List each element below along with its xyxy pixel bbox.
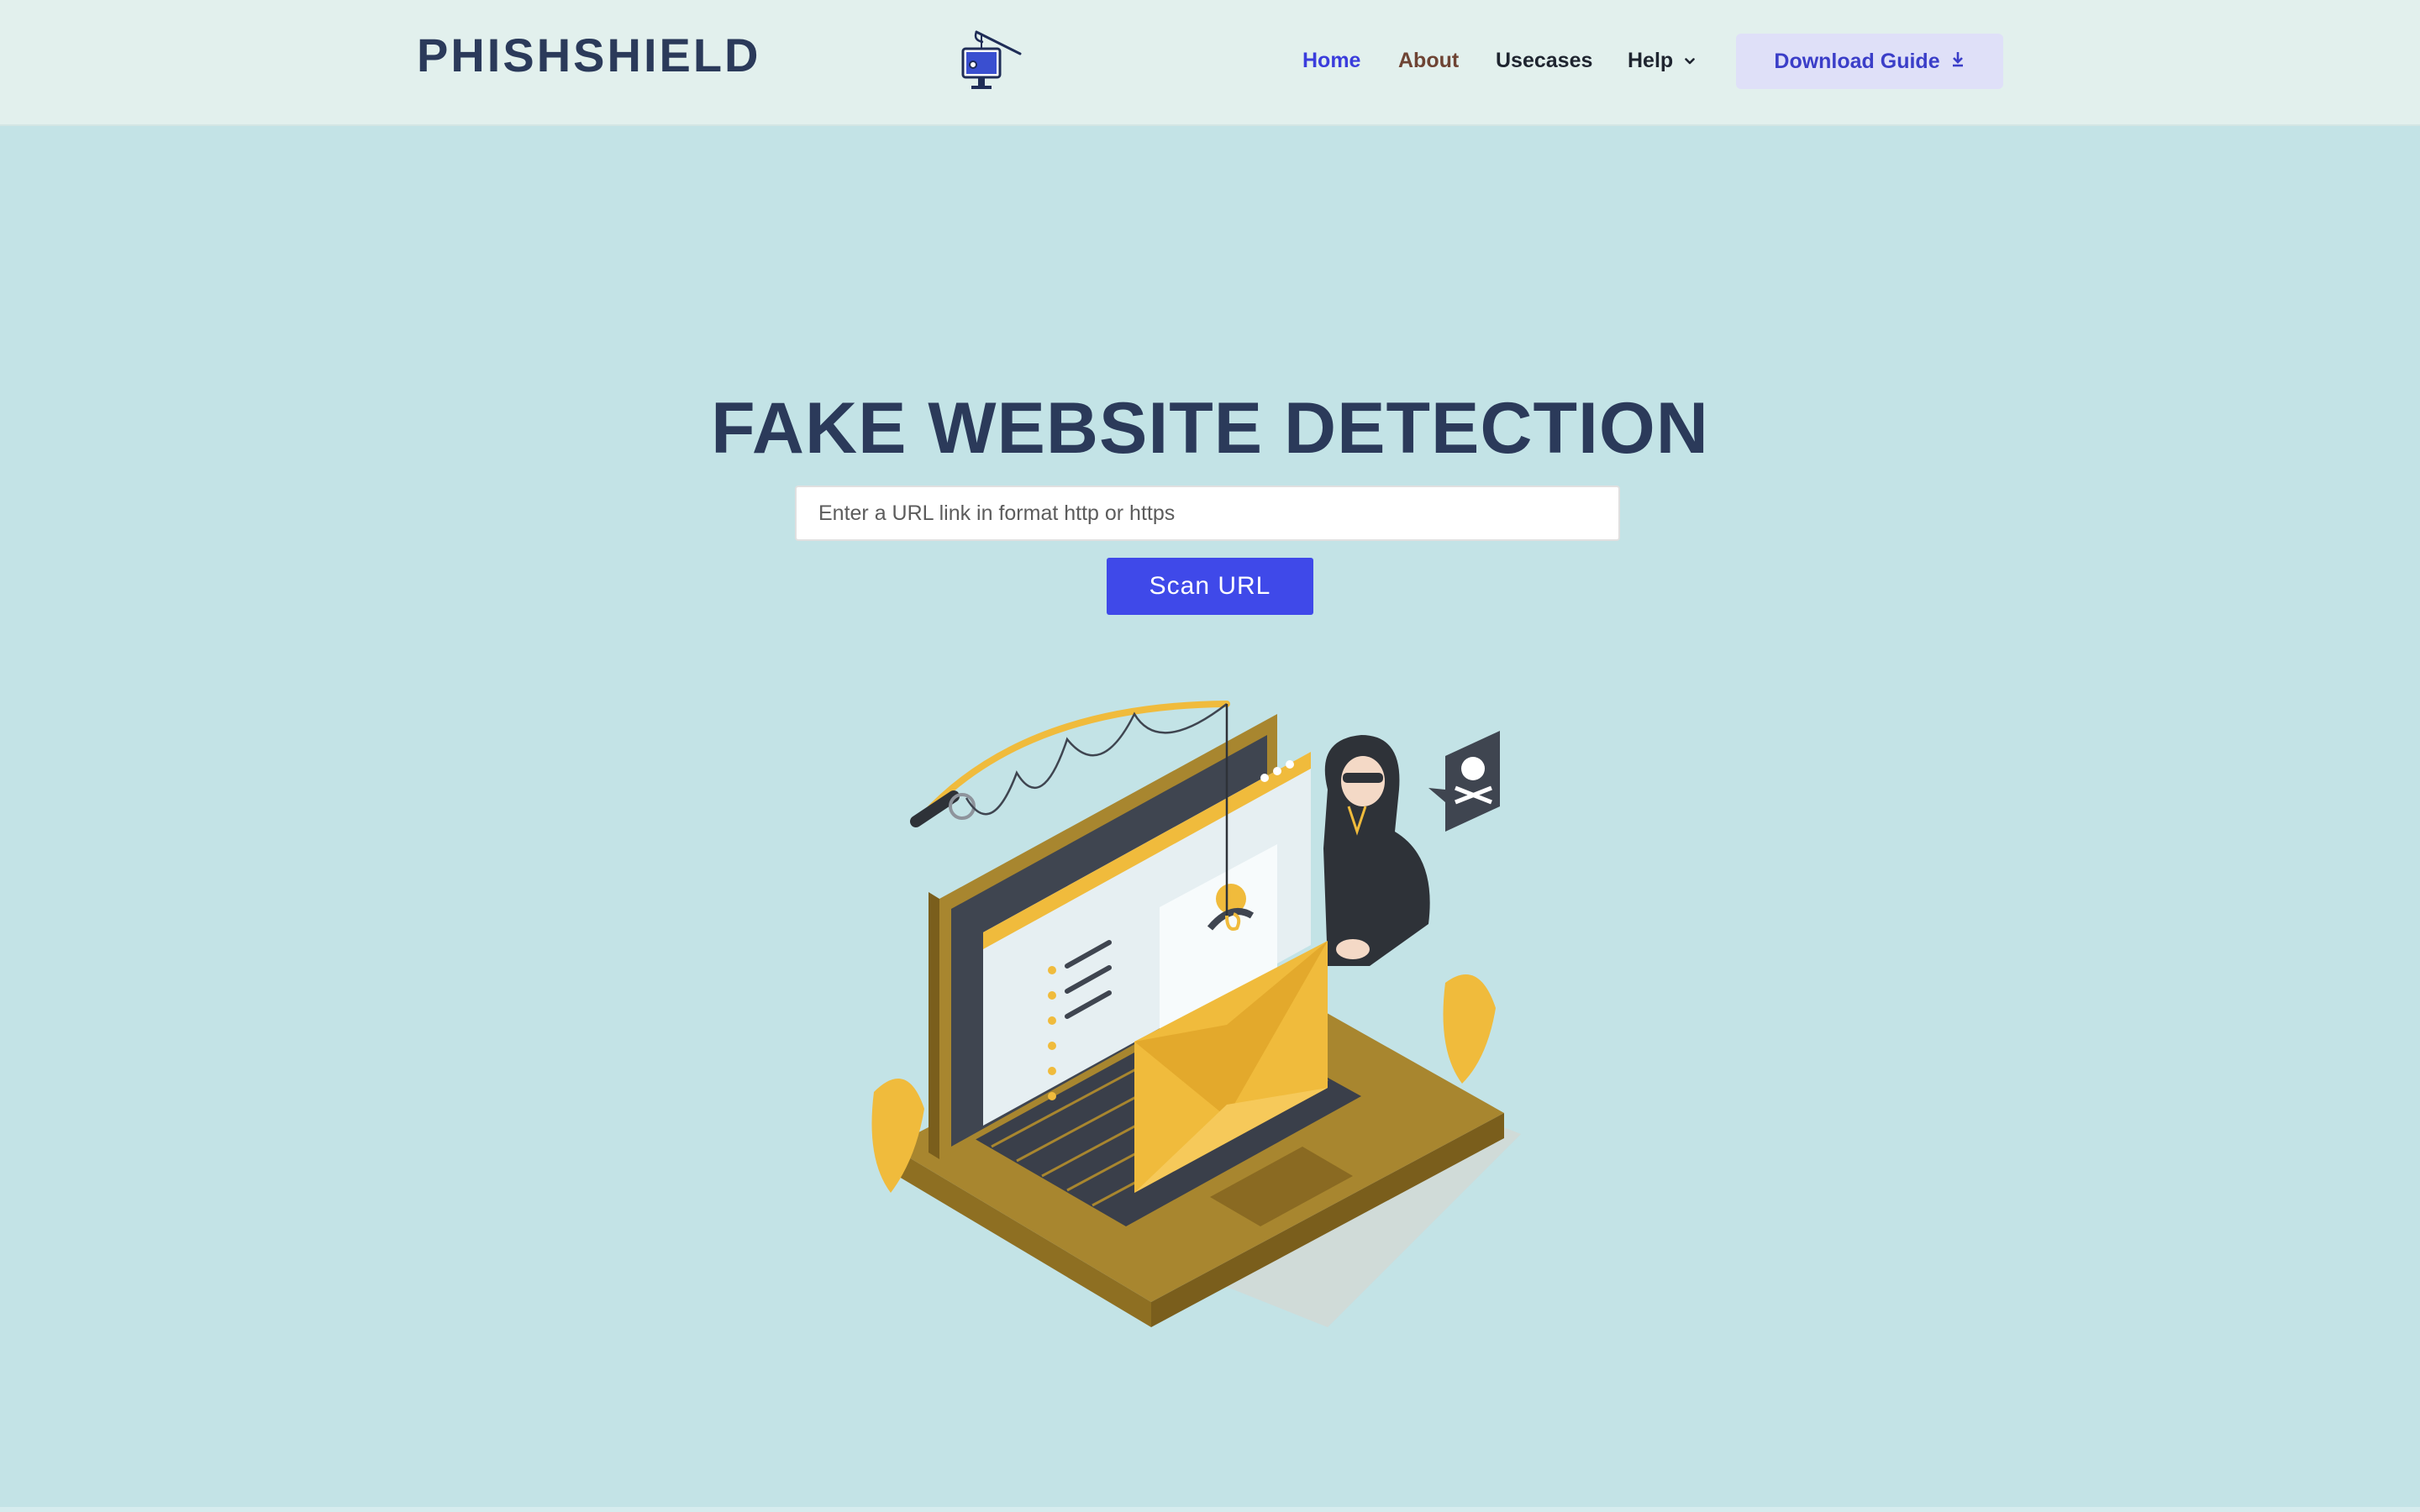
download-guide-label: Download Guide <box>1774 49 1940 73</box>
scan-url-button[interactable]: Scan URL <box>1107 558 1313 615</box>
download-icon <box>1952 52 1963 67</box>
page-bottom-divider <box>0 1507 2420 1512</box>
top-navbar: PHISHSHIELD Home About Usecases Help Dow… <box>0 0 2420 126</box>
nav-usecases-link[interactable]: Usecases <box>1496 42 1592 79</box>
nav-help-label: Help <box>1628 49 1674 72</box>
phishing-laptop-hacker-illustration <box>871 701 1521 1327</box>
brand-logo-text[interactable]: PHISHSHIELD <box>417 29 761 82</box>
url-input[interactable] <box>795 486 1620 541</box>
fishing-hook-computer-icon[interactable] <box>958 29 1030 92</box>
download-guide-button[interactable]: Download Guide <box>1736 34 2003 89</box>
nav-about-link[interactable]: About <box>1398 42 1459 79</box>
nav-help-dropdown[interactable]: Help <box>1628 42 1695 79</box>
nav-home-link[interactable]: Home <box>1302 42 1360 79</box>
page-title: FAKE WEBSITE DETECTION <box>711 388 1709 469</box>
chevron-down-icon <box>1685 58 1695 65</box>
